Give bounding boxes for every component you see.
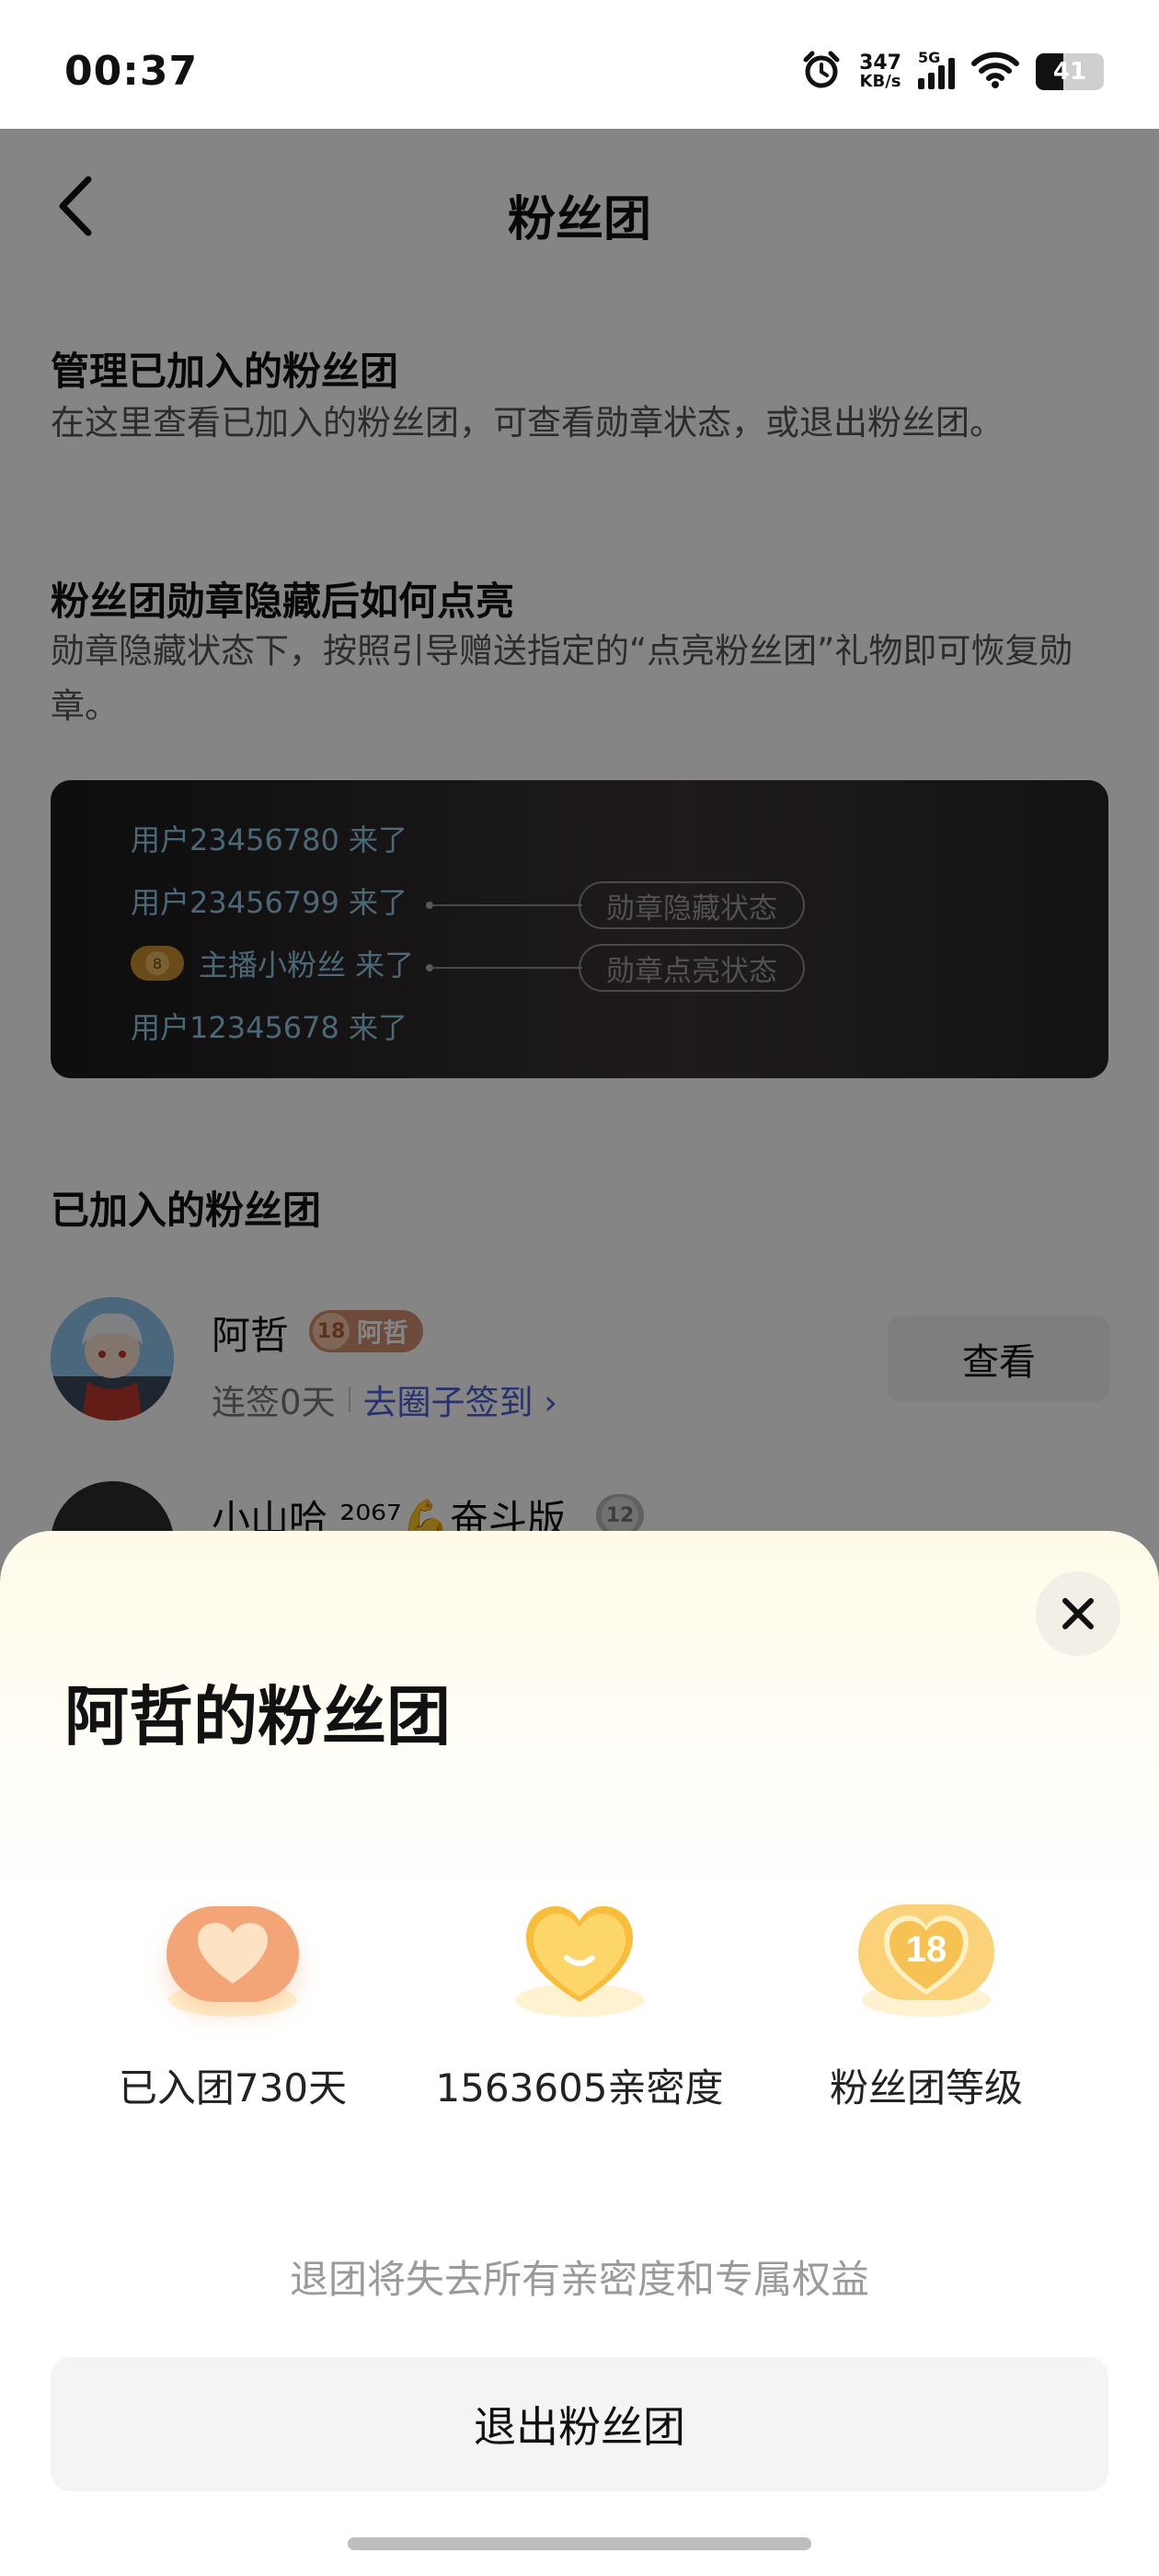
sheet-title: 阿哲的粉丝团 [64,1679,451,1754]
stat-days-joined: 已入团730天 [76,1899,389,2113]
wifi-icon [971,52,1019,92]
heart-icon [159,1899,306,2017]
leave-warning-text: 退团将失去所有亲密度和专属权益 [289,2257,869,2302]
status-bar: 00:37 347 KB/s 5G 41 [0,0,1159,129]
status-time: 00:37 [64,48,199,95]
alarm-icon [800,49,843,95]
cell-signal-icon: 5G [918,49,955,89]
level-heart-icon: 18 [853,1899,1000,2017]
intimacy-label: 1563605亲密度 [435,2065,724,2110]
battery-icon: 41 [1036,53,1104,90]
fan-level-label: 粉丝团等级 [829,2065,1023,2110]
home-indicator[interactable] [348,2537,811,2550]
svg-text:18: 18 [906,1929,947,1970]
smile-heart-icon [506,1899,653,2017]
stat-intimacy: 1563605亲密度 [423,1899,736,2113]
network-speed: 347 KB/s [859,52,901,91]
fan-club-sheet: 阿哲的粉丝团 已入团730天 1563605亲密度 18 粉丝团等级 退团将失去… [0,1531,1159,2576]
close-button[interactable] [1036,1571,1120,1656]
status-icons: 347 KB/s 5G 41 [800,48,1104,96]
stat-fan-level: 18 粉丝团等级 [770,1899,1083,2113]
leave-fan-club-button[interactable]: 退出粉丝团 [51,2357,1108,2491]
close-icon [1062,1598,1094,1629]
days-joined-label: 已入团730天 [118,2065,348,2110]
